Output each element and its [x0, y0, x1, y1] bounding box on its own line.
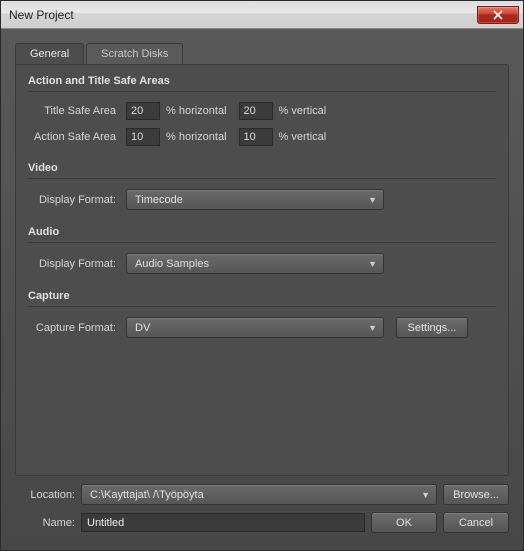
title-safe-label: Title Safe Area: [28, 105, 120, 117]
audio-heading: Audio: [28, 226, 496, 243]
capture-format-label: Capture Format:: [28, 322, 120, 334]
tab-scratch-disks[interactable]: Scratch Disks: [86, 43, 183, 64]
chevron-down-icon: ▼: [368, 195, 377, 205]
pct-vertical-label-2: % vertical: [279, 131, 327, 143]
capture-section: Capture Capture Format: DV ▼ Settings...: [28, 290, 496, 338]
cancel-button[interactable]: Cancel: [443, 512, 509, 533]
dialog-footer: Location: C:\Kayttajat\ /\Työpöyta ▼ Bro…: [15, 484, 509, 540]
close-icon: [492, 10, 504, 20]
name-label: Name:: [15, 517, 75, 529]
title-safe-h-input[interactable]: [126, 102, 160, 120]
dialog-body: General Scratch Disks Action and Title S…: [1, 29, 523, 550]
audio-section: Audio Display Format: Audio Samples ▼: [28, 226, 496, 274]
footer-buttons: OK Cancel: [371, 512, 509, 533]
capture-format-select[interactable]: DV ▼: [126, 317, 384, 338]
tab-bar: General Scratch Disks: [15, 43, 509, 64]
audio-display-format-select[interactable]: Audio Samples ▼: [126, 253, 384, 274]
location-select[interactable]: C:\Kayttajat\ /\Työpöyta ▼: [81, 484, 437, 505]
location-value: C:\Kayttajat\ /\Työpöyta: [90, 489, 204, 501]
capture-heading: Capture: [28, 290, 496, 307]
title-safe-row: Title Safe Area % horizontal % vertical: [28, 102, 496, 120]
action-safe-label: Action Safe Area: [28, 131, 120, 143]
location-row: Location: C:\Kayttajat\ /\Työpöyta ▼ Bro…: [15, 484, 509, 505]
ok-button[interactable]: OK: [371, 512, 437, 533]
video-display-format-label: Display Format:: [28, 194, 120, 206]
tab-panel-general: Action and Title Safe Areas Title Safe A…: [15, 64, 509, 476]
window-title: New Project: [9, 8, 74, 22]
new-project-dialog: New Project General Scratch Disks Action…: [0, 0, 524, 551]
chevron-down-icon: ▼: [368, 323, 377, 333]
safe-areas-heading: Action and Title Safe Areas: [28, 75, 496, 92]
capture-format-row: Capture Format: DV ▼ Settings...: [28, 317, 496, 338]
title-safe-v-input[interactable]: [239, 102, 273, 120]
capture-format-value: DV: [135, 322, 150, 334]
audio-display-format-value: Audio Samples: [135, 258, 209, 270]
titlebar: New Project: [1, 1, 523, 29]
name-row: Name: OK Cancel: [15, 512, 509, 533]
action-safe-h-input[interactable]: [126, 128, 160, 146]
chevron-down-icon: ▼: [421, 490, 430, 500]
action-safe-row: Action Safe Area % horizontal % vertical: [28, 128, 496, 146]
video-heading: Video: [28, 162, 496, 179]
pct-horizontal-label-2: % horizontal: [166, 131, 227, 143]
location-label: Location:: [15, 489, 75, 501]
audio-display-format-row: Display Format: Audio Samples ▼: [28, 253, 496, 274]
pct-vertical-label: % vertical: [279, 105, 327, 117]
browse-button[interactable]: Browse...: [443, 484, 509, 505]
action-safe-v-input[interactable]: [239, 128, 273, 146]
close-button[interactable]: [477, 6, 519, 24]
safe-areas-section: Action and Title Safe Areas Title Safe A…: [28, 75, 496, 146]
name-input[interactable]: [81, 513, 365, 532]
video-section: Video Display Format: Timecode ▼: [28, 162, 496, 210]
video-display-format-value: Timecode: [135, 194, 183, 206]
pct-horizontal-label: % horizontal: [166, 105, 227, 117]
audio-display-format-label: Display Format:: [28, 258, 120, 270]
video-display-format-select[interactable]: Timecode ▼: [126, 189, 384, 210]
video-display-format-row: Display Format: Timecode ▼: [28, 189, 496, 210]
capture-settings-button[interactable]: Settings...: [396, 317, 468, 338]
chevron-down-icon: ▼: [368, 259, 377, 269]
tab-general[interactable]: General: [15, 43, 84, 64]
